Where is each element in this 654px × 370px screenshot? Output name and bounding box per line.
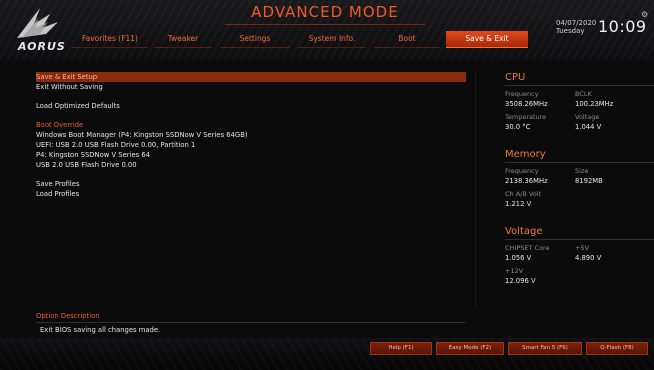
memory-size-label: Size xyxy=(575,167,589,175)
boot-override-header: Boot Override xyxy=(36,121,84,129)
page-title: ADVANCED MODE xyxy=(251,3,399,21)
smart-fan-button[interactable]: Smart Fan 5 (F6) xyxy=(508,342,582,355)
voltage-divider xyxy=(505,239,654,240)
cpu-temperature-value: 30.0 °C xyxy=(505,123,531,131)
memory-size-value: 8192MB xyxy=(575,177,603,185)
memory-frequency-value: 2138.36MHz xyxy=(505,177,548,185)
date-display: 04/07/2020 Tuesday xyxy=(556,19,596,35)
tab-bar: Favorites (F11) Tweaker Settings System … xyxy=(72,31,552,49)
memory-frequency-label: Frequency xyxy=(505,167,539,175)
option-description-title: Option Description xyxy=(36,312,100,320)
option-description-divider xyxy=(36,322,466,323)
tab-boot[interactable]: Boot xyxy=(374,31,440,48)
memory-section-title: Memory xyxy=(505,149,546,160)
cpu-section-title: CPU xyxy=(505,72,526,83)
easy-mode-button[interactable]: Easy Mode (F2) xyxy=(436,342,504,355)
menu-item-load-profiles[interactable]: Load Profiles xyxy=(36,189,466,199)
cpu-frequency-value: 3508.26MHz xyxy=(505,100,548,108)
boot-item-kingston-ssd[interactable]: P4: Kingston SSDNow V Series 64 xyxy=(36,150,466,160)
menu-item-save-exit-setup[interactable]: Save & Exit Setup xyxy=(36,72,466,82)
cpu-temperature-label: Temperature xyxy=(505,113,547,121)
plus12v-label: +12V xyxy=(505,267,524,275)
menu-item-exit-without-saving[interactable]: Exit Without Saving xyxy=(36,82,466,92)
tab-tweaker[interactable]: Tweaker xyxy=(154,31,212,48)
memory-chab-value: 1.212 V xyxy=(505,200,532,208)
gear-icon[interactable]: ⚙ xyxy=(641,10,648,19)
tab-save-exit[interactable]: Save & Exit xyxy=(446,31,528,48)
brand-logo-text: AORUS xyxy=(18,40,66,53)
voltage-section-title: Voltage xyxy=(505,226,543,237)
cpu-frequency-label: Frequency xyxy=(505,90,539,98)
date-text: 04/07/2020 xyxy=(556,19,597,27)
plus12v-value: 12.096 V xyxy=(505,277,536,285)
boot-item-windows-boot-manager[interactable]: Windows Boot Manager (P4: Kingston SSDNo… xyxy=(36,130,466,140)
boot-item-usb-flash[interactable]: USB 2.0 USB Flash Drive 0.00 xyxy=(36,160,466,170)
day-text: Tuesday xyxy=(556,27,585,35)
divider xyxy=(475,72,476,308)
clock-time: 10:09 xyxy=(598,17,647,36)
hardware-monitor-panel: CPU Frequency 3508.26MHz BCLK 100.23MHz … xyxy=(505,72,654,286)
cpu-voltage-value: 1.044 V xyxy=(575,123,602,131)
save-exit-menu: Save & Exit Setup Exit Without Saving Lo… xyxy=(36,72,466,199)
tab-settings[interactable]: Settings xyxy=(220,31,290,48)
chipset-core-value: 1.056 V xyxy=(505,254,532,262)
tab-system-info[interactable]: System Info. xyxy=(298,31,366,48)
memory-divider xyxy=(505,162,654,163)
chipset-core-label: CHIPSET Core xyxy=(505,244,550,252)
cpu-divider xyxy=(505,85,654,86)
qflash-button[interactable]: Q-Flash (F8) xyxy=(586,342,648,355)
memory-chab-label: Ch A/B Volt xyxy=(505,190,542,198)
cpu-voltage-label: Voltage xyxy=(575,113,600,121)
menu-item-load-optimized-defaults[interactable]: Load Optimized Defaults xyxy=(36,101,466,111)
menu-item-save-profiles[interactable]: Save Profiles xyxy=(36,179,466,189)
help-button[interactable]: Help (F1) xyxy=(370,342,432,355)
plus5v-label: +5V xyxy=(575,244,590,252)
boot-item-uefi-usb[interactable]: UEFI: USB 2.0 USB Flash Drive 0.00, Part… xyxy=(36,140,466,150)
plus5v-value: 4.890 V xyxy=(575,254,602,262)
cpu-bclk-value: 100.23MHz xyxy=(575,100,614,108)
cpu-bclk-label: BCLK xyxy=(575,90,592,98)
tab-favorites[interactable]: Favorites (F11) xyxy=(72,31,148,48)
option-description-text: Exit BIOS saving all changes made. xyxy=(40,326,161,334)
